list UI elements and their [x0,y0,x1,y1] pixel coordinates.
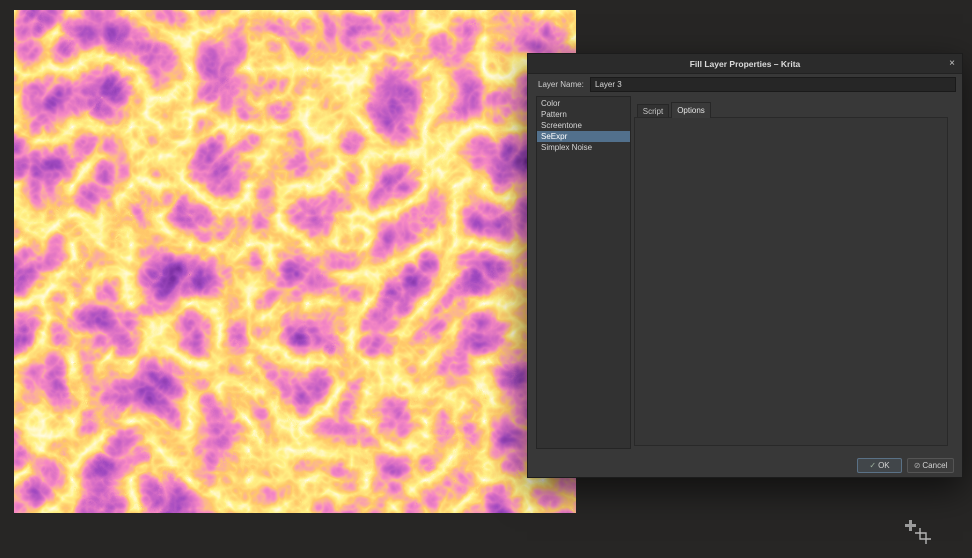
layer-name-label: Layer Name: [538,78,584,92]
generator-item[interactable]: Screentone [537,120,630,131]
generator-item[interactable]: Pattern [537,109,630,120]
krita-workspace: Fill Layer Properties – Krita × Layer Na… [0,0,972,558]
document-canvas[interactable] [14,10,576,513]
generator-item[interactable]: SeExpr [537,131,630,142]
tab-options[interactable]: Options [671,102,711,118]
layer-name-input[interactable]: Layer 3 [590,77,956,92]
crop-icon [915,528,931,544]
fill-layer-noise-preview [14,10,576,513]
options-tab-panel [634,117,948,446]
generator-item[interactable]: Color [537,98,630,109]
generator-item[interactable]: Simplex Noise [537,142,630,153]
dialog-titlebar[interactable]: Fill Layer Properties – Krita × [528,54,962,74]
crop-tool-cursor [903,518,935,546]
ok-button[interactable]: ✓OK [857,458,902,473]
close-icon[interactable]: × [949,54,955,74]
tab-script[interactable]: Script [637,104,669,117]
fill-layer-properties-dialog: Fill Layer Properties – Krita × Layer Na… [527,53,963,478]
ok-button-label: OK [878,461,890,470]
cancel-circle-icon: ⊘ [914,461,921,470]
cancel-button-label: Cancel [922,461,947,470]
cancel-button[interactable]: ⊘Cancel [907,458,954,473]
check-icon: ✓ [869,461,876,470]
generator-list: ColorPatternScreentoneSeExprSimplex Nois… [536,96,631,449]
dialog-title: Fill Layer Properties – Krita [528,54,962,74]
